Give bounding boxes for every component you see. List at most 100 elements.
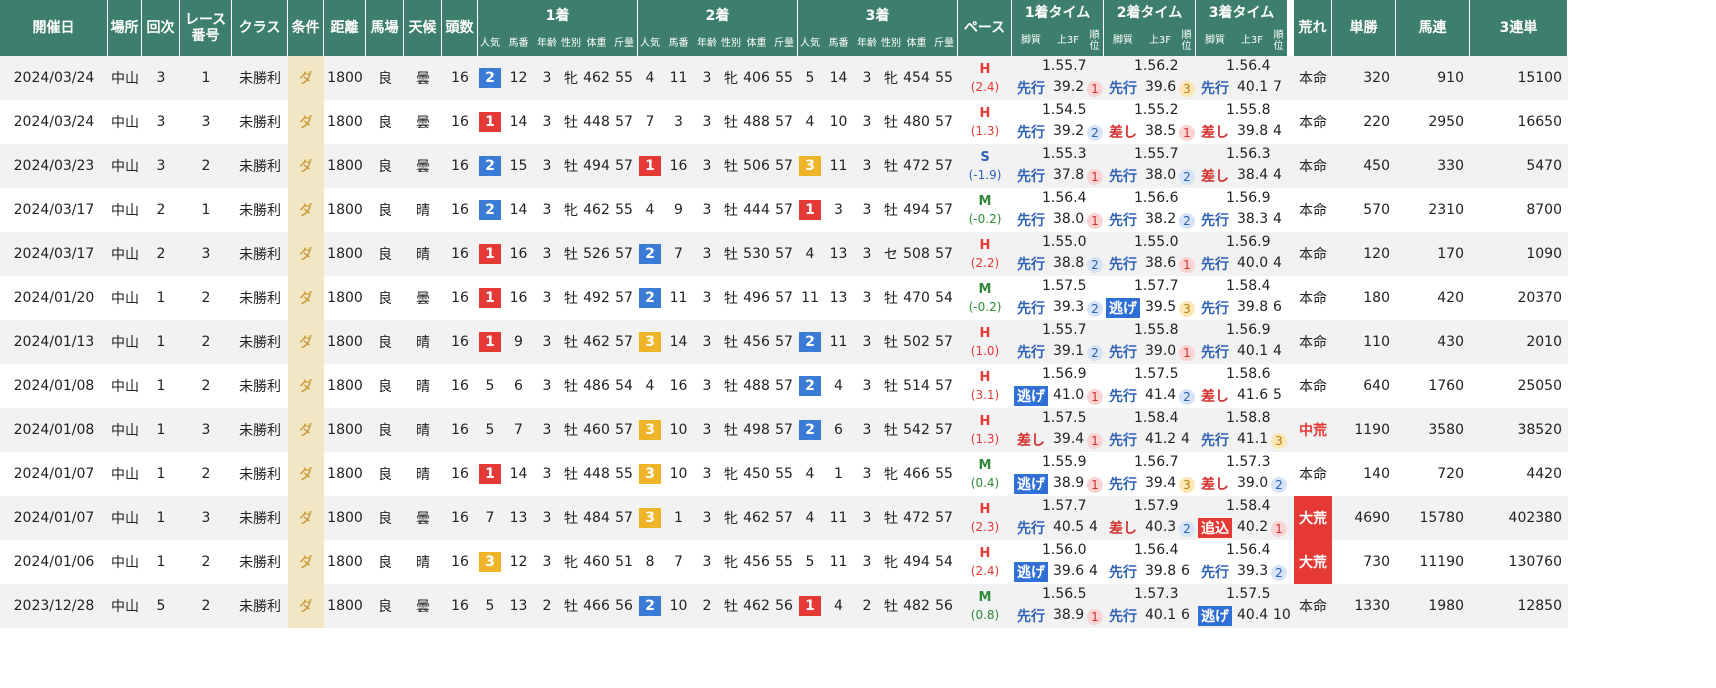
header-third: 3着 [798,0,958,32]
finish-time: 1.56.9 [1226,190,1271,206]
finish-time: 1.57.7 [1042,498,1087,514]
rank-circle: 1 [1087,389,1103,405]
subheader-third-3: 性別 [879,32,903,56]
cell-horse-1-年齢: 3 [542,378,552,394]
cell-umaren: 170 [1437,246,1464,262]
rank-plain: 4 [1181,431,1190,447]
pace-letter: H [979,238,991,254]
last-3f: 39.2 [1053,79,1085,95]
cell-umaren: 1760 [1428,378,1464,394]
cell-horse-3-性別: セ [884,247,898,263]
cell-kai: 2 [156,246,166,262]
finish-time: 1.56.4 [1226,542,1271,558]
cell-race_no: 3 [201,510,211,526]
pace-deviation: (2.3) [970,519,1000,534]
cell-date: 2024/03/24 [13,114,95,130]
cell-track: 良 [378,247,392,263]
subheader-first-5: 斤量 [610,32,638,56]
cell-weather: 晴 [416,379,430,395]
cell-horse-2-年齢: 3 [702,114,712,130]
cell-count: 16 [451,378,469,394]
cell-count: 16 [451,246,469,262]
cell-horse-2-斤量: 57 [775,158,793,174]
cell-track: 良 [378,599,392,615]
cell-rough: 本命 [1299,247,1327,263]
cell-horse-3-年齢: 3 [862,114,872,130]
pace-letter: M [978,282,992,298]
cell-horse-1-性別: 牡 [564,115,578,131]
cell-horse-1-馬番: 15 [509,158,528,174]
running-style: 先行 [1109,609,1137,625]
finish-time: 1.55.7 [1042,58,1087,74]
cell-horse-2-年齢: 3 [702,290,712,306]
running-style: 追込 [1198,518,1232,538]
cell-horse-1-斤量: 51 [615,554,633,570]
cell-horse-3-馬番: 13 [829,290,848,306]
cell-horse-1-年齢: 3 [542,510,552,526]
cell-horse-3-体重: 472 [903,158,930,174]
cell-track: 良 [378,467,392,483]
running-style: 差し [1201,477,1229,493]
finish-time: 1.55.9 [1042,454,1087,470]
cell-horse-1-性別: 牝 [564,555,578,571]
cell-horse-2-斤量: 57 [775,290,793,306]
cell-horse-2-年齢: 3 [702,554,712,570]
last-3f: 39.8 [1145,563,1177,579]
cell-tansho: 320 [1363,70,1390,86]
header-kai: 回次 [142,0,180,56]
cell-horse-1-体重: 486 [583,378,610,394]
header-race-no-line2: 番号 [191,28,220,44]
cell-place: 中山 [111,115,139,131]
cell-condition: ダ [288,100,324,144]
pace-deviation: (2.2) [970,255,1000,270]
rank-circle: 1 [1271,521,1287,537]
subheader-third-2: 年齢 [855,32,879,56]
running-style: 先行 [1109,345,1137,361]
cell-sanrentan: 4420 [1526,466,1562,482]
cell-horse-3-人気: 4 [805,246,815,262]
running-style: 逃げ [1106,298,1140,318]
cell-horse-3-馬番: 11 [829,554,848,570]
rank-circle: 2 [1271,477,1287,493]
cell-horse-1-斤量: 57 [615,422,633,438]
cell-horse-2-斤量: 57 [775,422,793,438]
cell-horse-1-体重: 462 [583,334,610,350]
cell-horse-1-馬番: 13 [509,598,528,614]
cell-horse-3-人気: 5 [805,554,815,570]
cell-sanrentan: 16650 [1517,114,1562,130]
last-3f: 38.9 [1053,607,1085,623]
cell-place: 中山 [111,379,139,395]
cell-horse-1-馬番: 12 [509,554,528,570]
cell-horse-2-馬番: 16 [669,158,688,174]
last-3f: 38.8 [1053,255,1085,271]
cell-pace: S (-1.9) [958,144,1012,188]
cell-class: 未勝利 [239,467,281,483]
cell-umaren: 330 [1437,158,1464,174]
cell-condition: ダ [288,364,324,408]
pace-letter: H [979,414,991,430]
cell-horse-2-年齢: 3 [702,422,712,438]
pace-letter: H [979,106,991,122]
cell-count: 16 [451,158,469,174]
cell-horse-3-性別: 牡 [884,291,898,307]
finish-time: 1.56.6 [1134,190,1179,206]
finish-time: 1.56.5 [1042,586,1087,602]
cell-place: 中山 [111,599,139,615]
cell-horse-3-年齢: 2 [862,598,872,614]
rank-circle: 2 [1271,565,1287,581]
cell-track: 良 [378,335,392,351]
cell-horse-2-年齢: 3 [702,378,712,394]
running-style: 先行 [1201,565,1229,581]
cell-horse-2-馬番: 14 [669,334,688,350]
subheader-t3-style: 脚質 [1196,26,1234,56]
finish-time: 1.55.7 [1134,146,1179,162]
cell-horse-2-体重: 406 [743,70,770,86]
running-style: 逃げ [1014,386,1048,406]
cell-horse-1-斤量: 57 [615,114,633,130]
cell-horse-2-馬番: 7 [674,246,683,262]
last-3f: 39.0 [1237,475,1269,491]
cell-horse-1-性別: 牡 [564,511,578,527]
last-3f: 40.4 [1237,607,1269,623]
cell-horse-2-性別: 牡 [724,423,738,439]
cell-place: 中山 [111,159,139,175]
